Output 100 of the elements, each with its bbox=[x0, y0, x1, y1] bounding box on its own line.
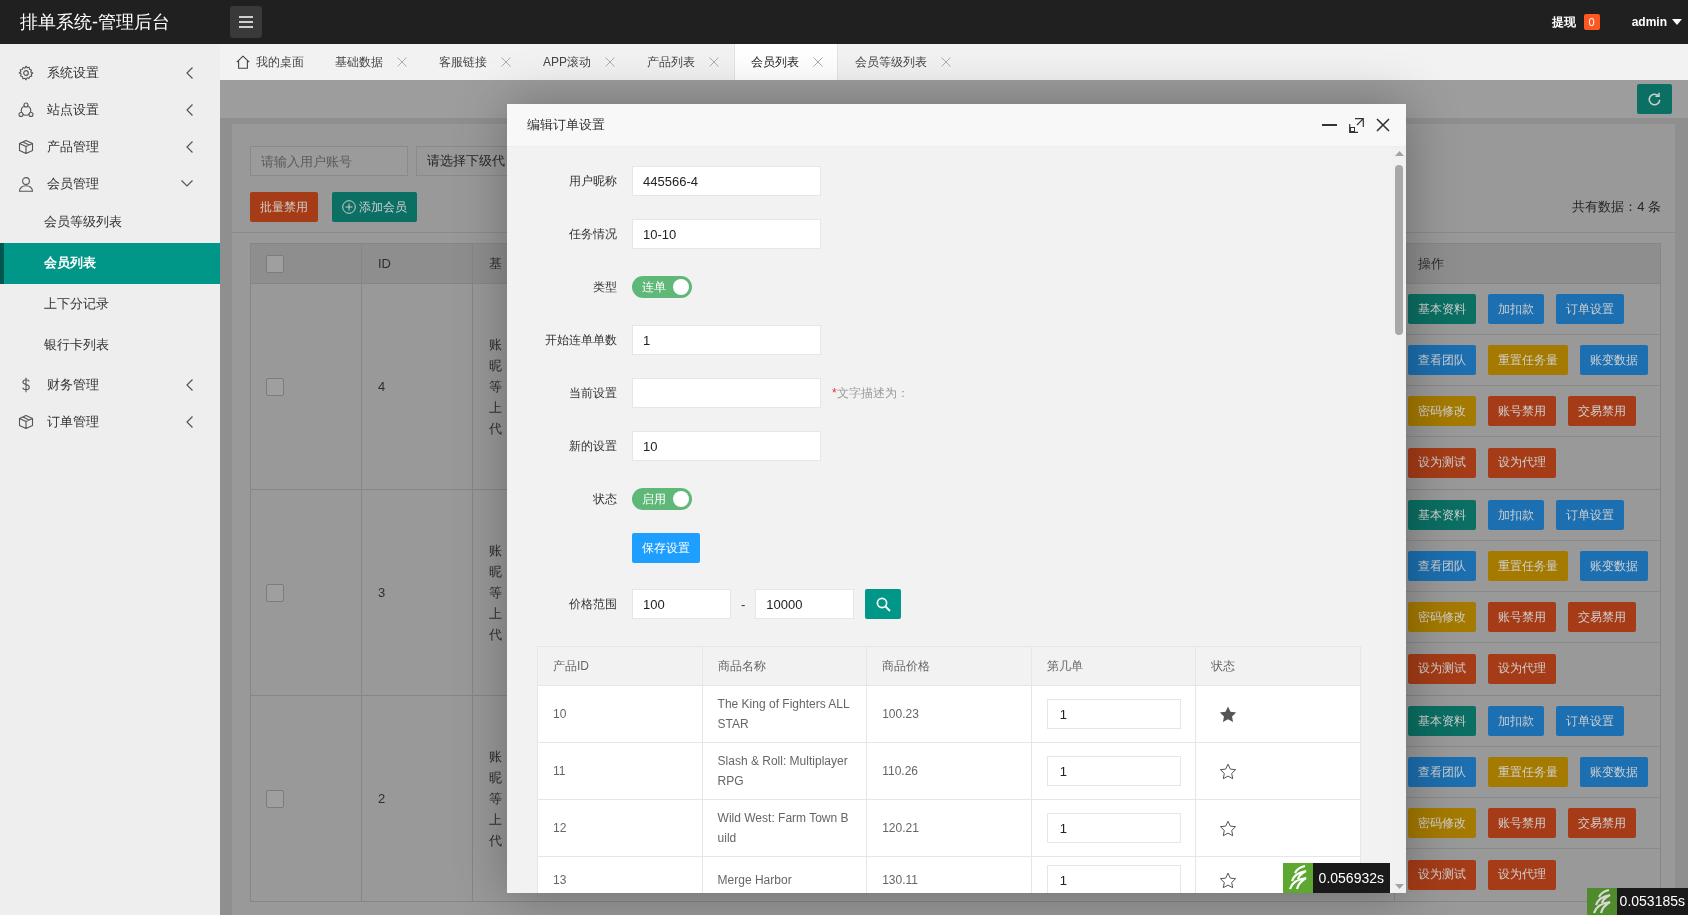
text-field[interactable] bbox=[632, 378, 821, 408]
info-label: 账 bbox=[489, 542, 502, 560]
tab[interactable]: APP滚动 bbox=[526, 44, 630, 80]
refresh-button[interactable] bbox=[1637, 84, 1672, 114]
action-button[interactable]: 账变数据 bbox=[1580, 757, 1648, 787]
action-button[interactable]: 订单设置 bbox=[1556, 500, 1624, 530]
sidebar-item[interactable]: 会员管理 bbox=[0, 165, 220, 202]
sidebar-item[interactable]: 产品管理 bbox=[0, 128, 220, 165]
action-button[interactable]: 设为代理 bbox=[1488, 447, 1556, 478]
toggle-switch[interactable]: 启用 bbox=[632, 488, 692, 510]
action-button[interactable]: 账号禁用 bbox=[1488, 808, 1556, 838]
menu-button[interactable] bbox=[230, 6, 262, 38]
order-field[interactable]: 1 bbox=[1046, 756, 1181, 786]
checkbox[interactable] bbox=[266, 583, 284, 602]
star-outline-icon[interactable] bbox=[1219, 871, 1238, 889]
account-search-field[interactable]: 请输入用户账号 bbox=[250, 146, 408, 176]
order-field[interactable]: 1 bbox=[1046, 813, 1181, 843]
star-outline-icon[interactable] bbox=[1219, 819, 1238, 837]
app-title: 排单系统-管理后台 bbox=[20, 12, 170, 32]
column-header: 操作 bbox=[1418, 254, 1444, 273]
max-price-field[interactable]: 10000 bbox=[755, 589, 855, 619]
action-button[interactable]: 订单设置 bbox=[1556, 294, 1624, 324]
field-label: 新的设置 bbox=[569, 438, 617, 453]
field-label: 类型 bbox=[593, 279, 617, 294]
text-field[interactable]: 10-10 bbox=[632, 219, 821, 249]
action-button[interactable]: 账变数据 bbox=[1580, 345, 1648, 375]
tab[interactable]: 会员等级列表 bbox=[838, 44, 966, 80]
action-button[interactable]: 加扣款 bbox=[1488, 500, 1544, 530]
checkbox[interactable] bbox=[266, 377, 284, 396]
toolbar-button[interactable]: 批量禁用 bbox=[250, 192, 318, 222]
product-name: Slash & Roll: Multiplayer RPG bbox=[717, 753, 849, 790]
search-button[interactable] bbox=[865, 589, 902, 619]
tab[interactable]: 我的桌面 bbox=[222, 44, 318, 80]
action-button[interactable]: 设为测试 bbox=[1408, 859, 1476, 890]
action-button[interactable]: 查看团队 bbox=[1408, 551, 1476, 581]
action-button[interactable]: 密码修改 bbox=[1408, 396, 1476, 426]
min-price-field[interactable]: 100 bbox=[632, 589, 731, 619]
text-field[interactable]: 10 bbox=[632, 431, 821, 461]
sidebar-subitem[interactable]: 会员列表 bbox=[0, 243, 220, 284]
scrollbar-thumb[interactable] bbox=[1395, 165, 1403, 335]
action-button[interactable]: 交易禁用 bbox=[1568, 602, 1636, 632]
sidebar-item[interactable]: 站点设置 bbox=[0, 91, 220, 128]
action-button[interactable]: 重置任务量 bbox=[1488, 345, 1568, 375]
tab[interactable]: 基础数据 bbox=[318, 44, 422, 80]
product-price: 100.23 bbox=[882, 706, 919, 723]
action-button[interactable]: 账号禁用 bbox=[1488, 602, 1556, 632]
tab[interactable]: 会员列表 bbox=[734, 44, 838, 80]
action-button[interactable]: 设为测试 bbox=[1408, 447, 1476, 478]
action-button[interactable]: 交易禁用 bbox=[1568, 808, 1636, 838]
tab[interactable]: 客服链接 bbox=[422, 44, 526, 80]
star-icon[interactable] bbox=[1219, 705, 1238, 723]
field-label: 任务情况 bbox=[569, 226, 617, 241]
action-button[interactable]: 交易禁用 bbox=[1568, 396, 1636, 426]
toggle-switch[interactable]: 连单 bbox=[632, 276, 692, 298]
action-button[interactable]: 设为代理 bbox=[1488, 859, 1556, 890]
sidebar-subitem[interactable]: 会员等级列表 bbox=[0, 202, 220, 243]
sidebar-item[interactable]: 系统设置 bbox=[0, 54, 220, 91]
close-icon[interactable] bbox=[1376, 118, 1390, 132]
action-button[interactable]: 设为代理 bbox=[1488, 653, 1556, 684]
info-label: 等 bbox=[489, 378, 502, 396]
action-button[interactable]: 密码修改 bbox=[1408, 602, 1476, 632]
action-button[interactable]: 加扣款 bbox=[1488, 706, 1544, 736]
action-button[interactable]: 重置任务量 bbox=[1488, 551, 1568, 581]
action-button[interactable]: 查看团队 bbox=[1408, 345, 1476, 375]
sidebar-item[interactable]: 财务管理 bbox=[0, 366, 220, 403]
text-field[interactable]: 445566-4 bbox=[632, 166, 821, 196]
tab[interactable]: 产品列表 bbox=[630, 44, 734, 80]
action-button[interactable]: 重置任务量 bbox=[1488, 757, 1568, 787]
field-label: 状态 bbox=[593, 491, 617, 506]
maximize-icon[interactable] bbox=[1349, 117, 1364, 133]
arrow-down-icon[interactable] bbox=[1394, 884, 1404, 889]
action-button[interactable]: 查看团队 bbox=[1408, 757, 1476, 787]
action-button[interactable]: 加扣款 bbox=[1488, 294, 1544, 324]
product-name: The King of Fighters ALL STAR bbox=[717, 696, 851, 733]
checkbox[interactable] bbox=[266, 789, 284, 808]
order-field[interactable]: 1 bbox=[1046, 865, 1181, 893]
sidebar-item[interactable]: 订单管理 bbox=[0, 403, 220, 440]
sidebar-subitem[interactable]: 上下分记录 bbox=[0, 284, 220, 325]
product-name: Wild West: Farm Town Build bbox=[717, 810, 850, 847]
total-count: 共有数据：4 条 bbox=[1572, 198, 1661, 216]
action-button[interactable]: 基本资料 bbox=[1408, 500, 1476, 530]
action-button[interactable]: 密码修改 bbox=[1408, 808, 1476, 838]
toolbar-button[interactable]: 添加会员 bbox=[332, 192, 417, 222]
text-field[interactable]: 1 bbox=[632, 325, 821, 355]
action-button[interactable]: 订单设置 bbox=[1556, 706, 1624, 736]
cube-icon bbox=[18, 413, 34, 430]
sidebar-subitem[interactable]: 银行卡列表 bbox=[0, 325, 220, 366]
user-menu[interactable]: admin bbox=[1631, 15, 1682, 29]
star-outline-icon[interactable] bbox=[1219, 762, 1238, 780]
checkbox[interactable] bbox=[266, 254, 284, 273]
action-button[interactable]: 账变数据 bbox=[1580, 551, 1648, 581]
withdraw-link[interactable]: 提现 bbox=[1551, 13, 1576, 31]
action-button[interactable]: 账号禁用 bbox=[1488, 396, 1556, 426]
action-button[interactable]: 基本资料 bbox=[1408, 294, 1476, 324]
arrow-up-icon[interactable] bbox=[1394, 151, 1404, 156]
action-button[interactable]: 基本资料 bbox=[1408, 706, 1476, 736]
save-button[interactable]: 保存设置 bbox=[632, 533, 700, 563]
home-icon bbox=[236, 55, 250, 69]
action-button[interactable]: 设为测试 bbox=[1408, 653, 1476, 684]
order-field[interactable]: 1 bbox=[1046, 699, 1181, 729]
